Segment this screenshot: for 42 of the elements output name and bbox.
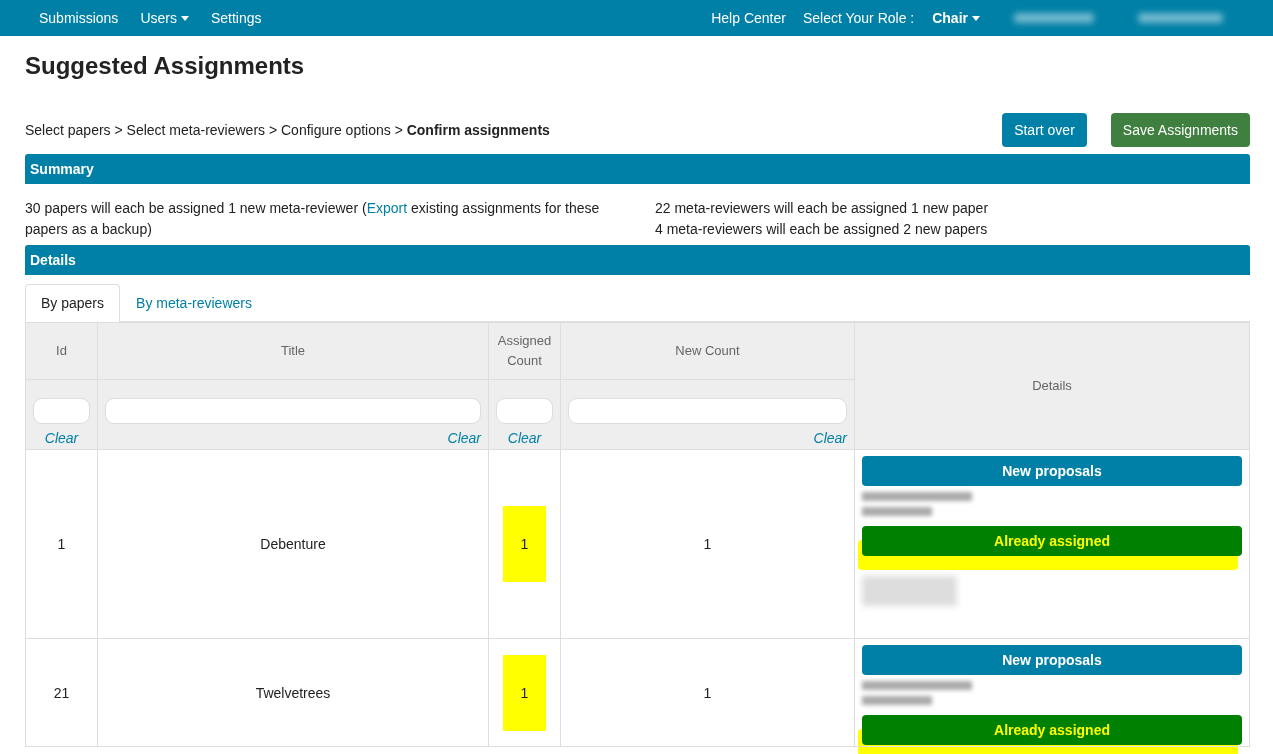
tab[interactable]: By papers [25, 284, 121, 322]
caret-icon [972, 15, 980, 21]
table-cell: Twelvetrees [97, 638, 489, 747]
filter-field[interactable] [105, 398, 481, 424]
table-cell: 1 [25, 449, 98, 639]
table-cell: 21 [25, 638, 98, 747]
blurred-text-drawing [862, 507, 932, 516]
filter-field[interactable] [496, 398, 553, 424]
tab[interactable]: By meta-reviewers [120, 284, 268, 322]
start-over-button[interactable]: Start over [1002, 113, 1087, 147]
table-cell: 1 [560, 638, 855, 747]
filter-field[interactable] [568, 398, 847, 424]
breadcrumb: Select papers > Select meta-reviewers > Configure options > Confirm assignments [25, 122, 551, 138]
help-link[interactable]: Help Center [700, 10, 797, 26]
highlighted-count: 1 [503, 506, 546, 582]
column-header: Details [854, 322, 1250, 450]
page-title: Suggested Assignments [25, 52, 306, 81]
summary-text: 4 meta-reviewers will each be assigned 2 new papers [655, 220, 989, 239]
clear-link[interactable]: Clear [496, 430, 553, 446]
column-header: Title [97, 322, 489, 380]
role-label: Select Your Role : [801, 10, 916, 26]
new-proposals-button[interactable]: New proposals [862, 456, 1242, 486]
column-header: Id [25, 322, 98, 380]
nav-link[interactable]: Users [129, 10, 200, 26]
nav-link[interactable]: Settings [199, 10, 273, 26]
table-cell: 1 [560, 449, 855, 639]
section-header: Details [25, 245, 1250, 275]
export-link[interactable]: Export [366, 200, 408, 216]
column-header: New Count [560, 322, 855, 380]
table-cell: Debenture [97, 449, 489, 639]
role-dropdown[interactable]: Chair [920, 10, 992, 26]
column-header: Assigned Count [488, 322, 561, 380]
summary-text: 30 papers will each be assigned 1 new meta-reviewer (Export existing assignments for these papers as a backup) [25, 199, 601, 239]
nav-link[interactable]: Submissions [28, 10, 130, 26]
save-button[interactable]: Save Assignments [1110, 113, 1250, 147]
clear-link[interactable]: Clear [33, 430, 90, 446]
section-header: Summary [25, 154, 1250, 184]
filter-field[interactable] [33, 398, 90, 424]
highlighted-count: 1 [503, 654, 546, 731]
summary-text: 22 meta-reviewers will each be assigned 1 new paper [655, 199, 990, 218]
new-proposals-button[interactable]: New proposals [862, 645, 1242, 675]
blurred-text-drawing [862, 696, 932, 705]
